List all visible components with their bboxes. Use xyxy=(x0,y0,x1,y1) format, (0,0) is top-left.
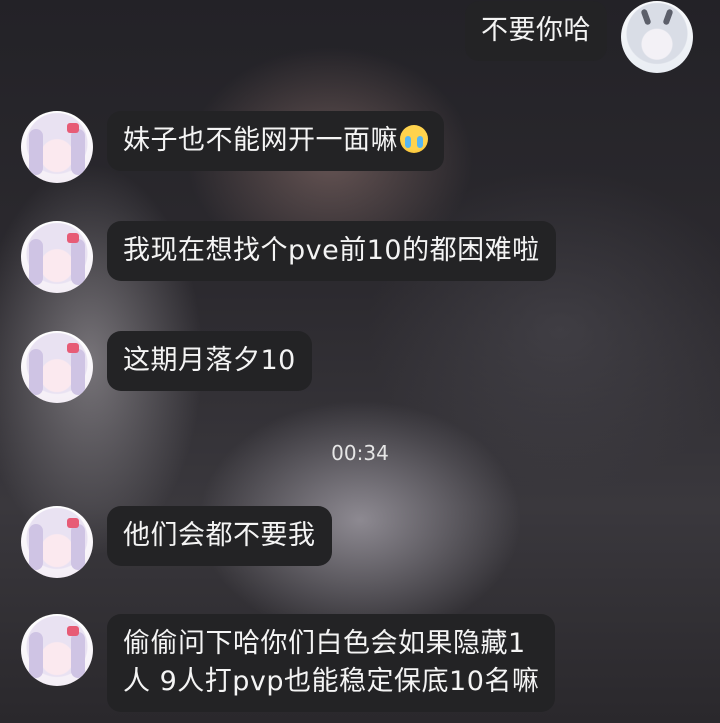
hair-decoration xyxy=(71,349,85,395)
crying-face-icon xyxy=(400,125,428,153)
message-row-incoming: 我现在想找个pve前10的都困难啦 xyxy=(21,221,556,293)
message-bubble[interactable]: 不要你哈 xyxy=(465,1,607,61)
chat-conversation: 不要你哈 妹子也不能网开一面嘛 我现在想找个pve前10的都困难啦 这期月落夕1… xyxy=(0,0,720,723)
hair-decoration xyxy=(29,129,43,175)
message-row-incoming: 他们会都不要我 xyxy=(21,506,332,578)
hair-decoration xyxy=(71,524,85,570)
horn-decoration xyxy=(640,8,652,26)
bow-decoration xyxy=(67,123,79,133)
contact-avatar[interactable] xyxy=(21,614,93,686)
contact-avatar[interactable] xyxy=(21,506,93,578)
message-row-incoming: 偷偷问下哈你们白色会如果隐藏1 人 9人打pvp也能稳定保底10名嘛 xyxy=(21,614,556,712)
contact-avatar[interactable] xyxy=(21,111,93,183)
contact-avatar[interactable] xyxy=(21,331,93,403)
message-row-incoming: 妹子也不能网开一面嘛 xyxy=(21,111,444,183)
bow-decoration xyxy=(67,518,79,528)
hair-decoration xyxy=(71,632,85,678)
message-row-outgoing: 不要你哈 xyxy=(465,1,693,73)
hair-decoration xyxy=(29,239,43,285)
message-timestamp: 00:34 xyxy=(331,441,389,465)
message-bubble[interactable]: 偷偷问下哈你们白色会如果隐藏1 人 9人打pvp也能稳定保底10名嘛 xyxy=(107,614,556,712)
hair-decoration xyxy=(71,239,85,285)
hair-decoration xyxy=(71,129,85,175)
self-avatar[interactable] xyxy=(621,1,693,73)
message-bubble[interactable]: 我现在想找个pve前10的都困难啦 xyxy=(107,221,556,281)
bow-decoration xyxy=(67,626,79,636)
message-bubble[interactable]: 这期月落夕10 xyxy=(107,331,312,391)
bow-decoration xyxy=(67,233,79,243)
hair-decoration xyxy=(29,349,43,395)
message-row-incoming: 这期月落夕10 xyxy=(21,331,312,403)
message-bubble[interactable]: 妹子也不能网开一面嘛 xyxy=(107,111,444,171)
hair-decoration xyxy=(29,524,43,570)
message-text: 妹子也不能网开一面嘛 xyxy=(123,125,398,156)
bow-decoration xyxy=(67,343,79,353)
contact-avatar[interactable] xyxy=(21,221,93,293)
horn-decoration xyxy=(662,8,674,26)
hair-decoration xyxy=(29,632,43,678)
message-bubble[interactable]: 他们会都不要我 xyxy=(107,506,332,566)
